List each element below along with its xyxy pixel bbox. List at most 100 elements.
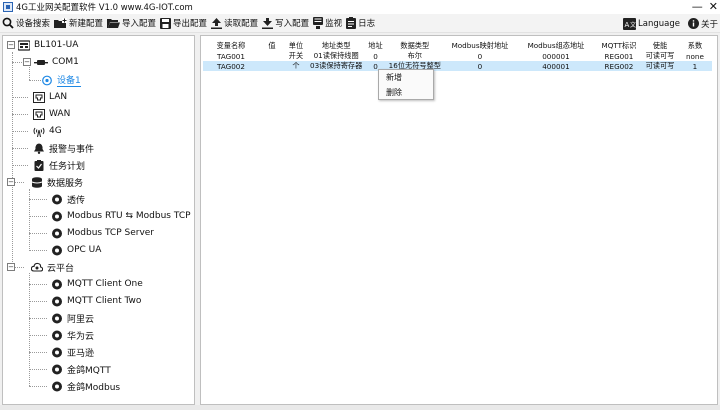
tree-node-data-service[interactable]: − 数据服务 [7,174,83,190]
tree-label-opc-ua: OPC UA [67,245,102,255]
cell-coefficient[interactable]: none [678,51,712,61]
col-header-coefficient[interactable]: 系数 [678,41,712,51]
collapse-icon[interactable]: − [7,263,15,271]
collapse-icon[interactable]: − [23,58,31,66]
col-header-modbus-config[interactable]: Modbus组态地址 [516,41,596,51]
close-button[interactable]: ✕ [709,0,718,14]
col-header-name[interactable]: 变量名称 [203,41,259,51]
service-icon [52,381,62,391]
cell-name[interactable]: TAG002 [203,61,259,71]
tree-label-com1: COM1 [52,57,79,67]
col-header-address-type[interactable]: 地址类型 [307,41,365,51]
col-header-value[interactable]: 值 [259,41,285,51]
cell-modbus-config[interactable]: 000001 [516,51,596,61]
tree-node-lan[interactable]: LAN [33,89,67,105]
tree-node-jinge-mqtt[interactable]: 金鸽MQTT [51,361,111,377]
bell-icon [34,143,44,154]
cell-address[interactable]: 0 [365,51,385,61]
write-config-button[interactable]: 写入配置 [260,15,311,32]
tree-node-transparent[interactable]: 透传 [51,191,85,207]
about-button[interactable]: 关于 [686,15,720,32]
tree-node-aliyun[interactable]: 阿里云 [51,310,94,326]
tree-node-huawei[interactable]: 华为云 [51,327,94,343]
status-bar [0,405,720,410]
service-icon [52,330,62,340]
device-icon [42,75,52,85]
download-icon [262,17,274,29]
service-icon [52,211,62,221]
tree-node-rtu-tcp[interactable]: Modbus RTU ⇆ Modbus TCP [51,208,191,224]
tree-node-alarm[interactable]: 报警与事件 [33,140,94,156]
new-folder-icon [54,17,68,28]
tree-node-tcp-server[interactable]: Modbus TCP Server [51,225,154,241]
col-header-unit[interactable]: 单位 [285,41,307,51]
cell-modbus-map[interactable]: 0 [443,61,516,71]
service-icon [52,279,62,289]
table-row-selected[interactable]: TAG002 个 03读保持寄存器 0 16位无符号整型 0 400001 RE… [203,61,712,71]
cell-enable[interactable]: 可读可写 [641,61,678,71]
tree-node-device1[interactable]: 设备1 [41,72,81,88]
context-menu: 新增 删除 [378,69,434,100]
context-menu-add[interactable]: 新增 [379,70,433,85]
col-header-mqtt-id[interactable]: MQTT标识 [596,41,642,51]
cell-name[interactable]: TAG001 [203,51,259,61]
table-row[interactable]: TAG001 开关 01读保持线圈 0 布尔 0 000001 REG001 可… [203,51,712,61]
tree-node-opc-ua[interactable]: OPC UA [51,242,101,258]
tree-node-cloud[interactable]: − 云平台 [7,259,74,275]
tree-node-mqtt-one[interactable]: MQTT Client One [51,276,143,292]
tree-node-jinge-modbus[interactable]: 金鸽Modbus [51,378,120,394]
tree-node-com1[interactable]: − COM1 [23,54,79,70]
tree-label-root: BL101-UA [34,40,79,50]
col-header-data-type[interactable]: 数据类型 [386,41,444,51]
language-icon: A文 [623,17,637,30]
cell-mqtt-id[interactable]: REG002 [595,61,642,71]
collapse-icon[interactable]: − [7,41,15,49]
cell-mqtt-id[interactable]: REG001 [596,51,642,61]
service-icon [52,228,62,238]
language-button[interactable]: A文 Language [621,15,682,32]
cell-value[interactable] [259,51,285,61]
cell-modbus-config[interactable]: 400001 [515,61,596,71]
about-label: 关于 [700,19,718,30]
cell-coefficient[interactable]: 1 [677,61,712,71]
cell-enable[interactable]: 可读可写 [642,51,678,61]
tree-node-4g[interactable]: 4G [33,123,62,139]
collapse-icon[interactable]: − [7,178,15,186]
log-button[interactable]: 日志 [344,15,377,32]
new-config-button[interactable]: 新建配置 [52,15,105,32]
tree-node-amazon[interactable]: 亚马逊 [51,344,94,360]
tree-node-wan[interactable]: WAN [33,106,70,122]
service-icon [52,313,62,323]
cell-unit[interactable]: 开关 [285,51,307,61]
cell-data-type[interactable]: 布尔 [386,51,444,61]
col-header-modbus-map[interactable]: Modbus映射地址 [444,41,516,51]
service-icon [52,364,62,374]
cell-modbus-map[interactable]: 0 [444,51,516,61]
service-icon [52,245,62,255]
cell-unit[interactable]: 个 [285,61,307,71]
read-config-button[interactable]: 读取配置 [209,15,260,32]
tree-node-root[interactable]: − BL101-UA [7,37,78,53]
cell-address-type[interactable]: 01读保持线圈 [307,51,365,61]
context-menu-delete[interactable]: 删除 [379,85,433,100]
import-config-button[interactable]: 导入配置 [105,15,158,32]
tree-label-4g: 4G [49,126,62,136]
clipboard-icon [34,159,44,171]
tree-label-amazon: 亚马逊 [67,348,95,359]
tree-node-mqtt-two[interactable]: MQTT Client Two [51,293,141,309]
tree-label-mqtt-two: MQTT Client Two [67,296,142,306]
write-config-label: 写入配置 [275,19,310,29]
minimize-button[interactable]: — [692,0,703,14]
cell-value[interactable] [259,61,285,71]
monitor-button[interactable]: 监视 [311,15,344,32]
tree-node-task[interactable]: 任务计划 [33,157,85,173]
cell-address-type[interactable]: 03读保持寄存器 [307,61,366,71]
col-header-enable[interactable]: 使能 [642,41,678,51]
tree-label-transparent: 透传 [67,195,86,206]
tree-label-wan: WAN [49,109,71,119]
svg-text:文: 文 [630,21,636,29]
export-config-button[interactable]: 导出配置 [158,15,209,32]
col-header-address[interactable]: 地址 [365,41,385,51]
device-search-button[interactable]: 设备搜索 [0,15,52,32]
info-icon [687,18,699,29]
